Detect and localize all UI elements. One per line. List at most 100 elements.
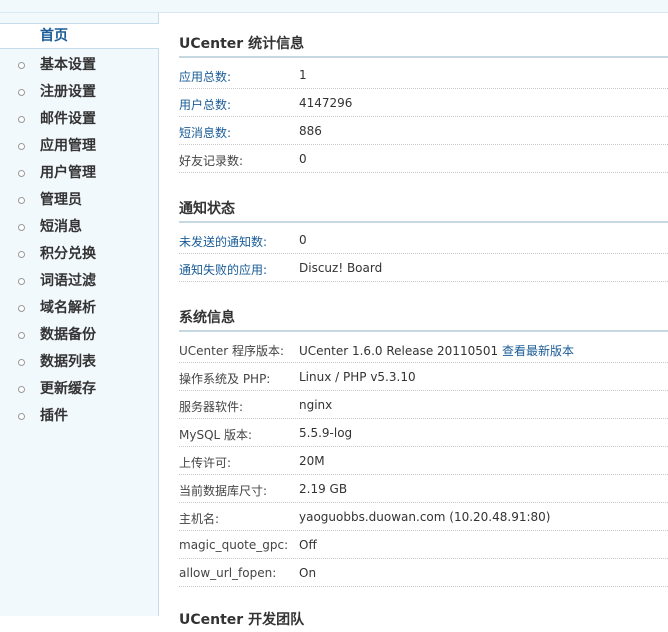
system-row: MySQL 版本: 5.5.9-log — [179, 419, 668, 447]
sidebar-item-home[interactable]: 首页 — [0, 23, 159, 49]
row-value: nginx — [299, 398, 333, 412]
row-key: 操作系统及 PHP: — [179, 372, 271, 386]
sidebar-item-label: 积分兑换 — [40, 246, 96, 262]
row-value: 20M — [299, 454, 325, 468]
section-title-text: 通知状态 — [179, 201, 235, 217]
bullet-icon — [18, 305, 25, 312]
row-value: 4147296 — [299, 96, 353, 110]
bullet-icon — [18, 116, 25, 123]
row-value: 886 — [299, 124, 322, 138]
row-value: 0 — [299, 152, 307, 166]
row-key: 上传许可: — [179, 456, 232, 470]
system-row: 服务器软件: nginx — [179, 391, 668, 419]
row-value: UCenter 1.6.0 Release 20110501 查看最新版本 — [299, 342, 574, 359]
sidebar-item-app-management[interactable]: 应用管理 — [0, 133, 158, 160]
sidebar-item-label: 更新缓存 — [40, 381, 96, 397]
sidebar-item-label: 域名解析 — [40, 300, 96, 316]
bullet-icon — [18, 224, 25, 231]
check-latest-version-link[interactable]: 查看最新版本 — [502, 344, 574, 358]
sidebar-item-label: 用户管理 — [40, 165, 96, 181]
row-key: allow_url_fopen: — [179, 566, 277, 580]
system-row: 主机名: yaoguobbs.duowan.com (10.20.48.91:8… — [179, 503, 668, 531]
row-value: Discuz! Board — [299, 261, 383, 275]
system-row: 上传许可: 20M — [179, 447, 668, 475]
stats-row: 好友记录数: 0 — [179, 145, 668, 173]
sidebar-item-short-messages[interactable]: 短消息 — [0, 214, 158, 241]
section-title-text: UCenter 开发团队 — [179, 612, 305, 628]
bullet-icon — [18, 386, 25, 393]
sidebar-item-label: 短消息 — [40, 219, 82, 235]
sidebar-item-label: 管理员 — [40, 192, 82, 208]
system-row: 当前数据库尺寸: 2.19 GB — [179, 475, 668, 503]
stats-row: 应用总数: 1 — [179, 61, 668, 89]
row-value: Off — [299, 538, 317, 552]
row-value: 1 — [299, 68, 307, 82]
sidebar-item-data-list[interactable]: 数据列表 — [0, 349, 158, 376]
section-title-team: UCenter 开发团队 — [179, 604, 668, 632]
section-title-system: 系统信息 — [179, 302, 668, 332]
section-title-stats: UCenter 统计信息 — [179, 28, 668, 58]
section-title-notify: 通知状态 — [179, 193, 668, 223]
row-key[interactable]: 未发送的通知数: — [179, 233, 267, 250]
system-row: 操作系统及 PHP: Linux / PHP v5.3.10 — [179, 363, 668, 391]
sidebar-item-label: 邮件设置 — [40, 111, 96, 127]
sidebar-item-data-backup[interactable]: 数据备份 — [0, 322, 158, 349]
main-content: UCenter 统计信息 应用总数: 1 用户总数: 4147296 短消息数:… — [179, 0, 668, 628]
bullet-icon — [18, 170, 25, 177]
bullet-icon — [18, 332, 25, 339]
row-key[interactable]: 通知失败的应用: — [179, 261, 267, 278]
row-key: 服务器软件: — [179, 400, 244, 414]
row-value: On — [299, 566, 317, 580]
bullet-icon — [18, 359, 25, 366]
bullet-icon — [18, 143, 25, 150]
sidebar-item-update-cache[interactable]: 更新缓存 — [0, 376, 158, 403]
row-value: Linux / PHP v5.3.10 — [299, 370, 416, 384]
sidebar-item-label: 注册设置 — [40, 84, 96, 100]
notify-row: 通知失败的应用: Discuz! Board — [179, 254, 668, 282]
sidebar-item-plugins[interactable]: 插件 — [0, 403, 158, 430]
bullet-icon — [18, 251, 25, 258]
system-row: allow_url_fopen: On — [179, 559, 668, 587]
row-value: yaoguobbs.duowan.com (10.20.48.91:80) — [299, 510, 551, 524]
system-row: magic_quote_gpc: Off — [179, 531, 668, 559]
sidebar-item-administrators[interactable]: 管理员 — [0, 187, 158, 214]
version-text: UCenter 1.6.0 Release 20110501 — [299, 344, 499, 358]
row-key: 主机名: — [179, 512, 220, 526]
row-value: 2.19 GB — [299, 482, 348, 496]
stats-row: 短消息数: 886 — [179, 117, 668, 145]
row-key[interactable]: 应用总数: — [179, 68, 231, 85]
sidebar-item-label: 数据列表 — [40, 354, 96, 370]
sidebar-nav: 首页 基本设置 注册设置 邮件设置 应用管理 用户管理 管理员 短消息 积分兑换… — [0, 13, 159, 616]
sidebar-item-label: 应用管理 — [40, 138, 96, 154]
section-title-text: 系统信息 — [179, 310, 235, 326]
sidebar-item-label: 插件 — [40, 408, 68, 424]
sidebar-item-word-filter[interactable]: 词语过滤 — [0, 268, 158, 295]
notify-row: 未发送的通知数: 0 — [179, 226, 668, 254]
stats-row: 用户总数: 4147296 — [179, 89, 668, 117]
row-key: MySQL 版本: — [179, 428, 253, 442]
row-key: 当前数据库尺寸: — [179, 484, 268, 498]
sidebar-item-registration-settings[interactable]: 注册设置 — [0, 79, 158, 106]
bullet-icon — [18, 278, 25, 285]
sidebar-item-label: 数据备份 — [40, 327, 96, 343]
section-title-text: UCenter 统计信息 — [179, 36, 305, 52]
row-key[interactable]: 短消息数: — [179, 124, 231, 141]
bullet-icon — [18, 197, 25, 204]
sidebar-item-label: 基本设置 — [40, 57, 96, 73]
row-value: 5.5.9-log — [299, 426, 353, 440]
bullet-icon — [18, 413, 25, 420]
row-value: 0 — [299, 233, 307, 247]
bullet-icon — [18, 62, 25, 69]
sidebar-item-user-management[interactable]: 用户管理 — [0, 160, 158, 187]
row-key: magic_quote_gpc: — [179, 538, 289, 552]
sidebar-item-basic-settings[interactable]: 基本设置 — [0, 52, 158, 79]
system-row: UCenter 程序版本: UCenter 1.6.0 Release 2011… — [179, 335, 668, 363]
row-key[interactable]: 用户总数: — [179, 96, 231, 113]
sidebar-item-mail-settings[interactable]: 邮件设置 — [0, 106, 158, 133]
sidebar-item-credit-exchange[interactable]: 积分兑换 — [0, 241, 158, 268]
bullet-icon — [18, 89, 25, 96]
sidebar-item-label: 首页 — [40, 28, 68, 44]
sidebar-item-label: 词语过滤 — [40, 273, 96, 289]
row-key: UCenter 程序版本: — [179, 344, 285, 358]
sidebar-item-domain-resolution[interactable]: 域名解析 — [0, 295, 158, 322]
